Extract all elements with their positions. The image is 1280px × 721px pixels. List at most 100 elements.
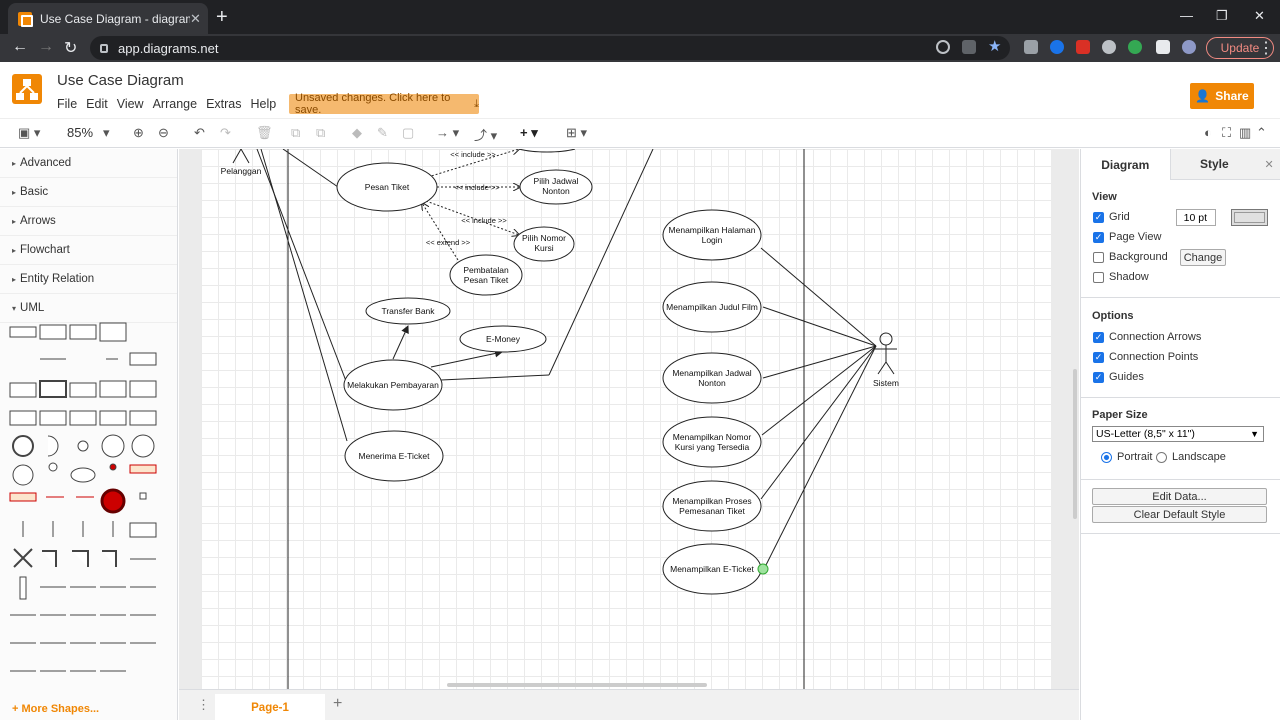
back-icon[interactable]: ←: [12, 38, 28, 56]
uml-shapes-palette[interactable]: [6, 321, 166, 701]
more-menu-icon[interactable]: ⋮: [1258, 38, 1274, 58]
menu-file[interactable]: File: [57, 97, 77, 111]
edit-data-button[interactable]: Edit Data...: [1092, 488, 1267, 505]
browser-tabstrip: Use Case Diagram - diagrams.ne ✕ + — ❐ ✕: [0, 0, 1280, 34]
category-basic[interactable]: ▸ Basic: [0, 178, 177, 207]
checkbox-empty-icon: [1093, 271, 1104, 283]
unsaved-changes-button[interactable]: Unsaved changes. Click here to save. ⤓: [289, 92, 479, 116]
to-back-icon[interactable]: ⧉: [316, 125, 325, 141]
chevron-down-icon[interactable]: ▾: [103, 125, 110, 141]
category-uml[interactable]: ▾ UML: [0, 294, 177, 323]
puzzle-icon[interactable]: [1156, 40, 1170, 54]
close-window-icon[interactable]: ✕: [1254, 8, 1265, 24]
share-button[interactable]: 👤 Share: [1190, 83, 1254, 109]
extension-icon[interactable]: [1076, 40, 1090, 54]
fullscreen-icon[interactable]: ⛶: [1222, 125, 1231, 141]
background-checkbox[interactable]: Background: [1093, 251, 1168, 263]
change-background-button[interactable]: Change: [1180, 249, 1226, 266]
usecase-label: Menampilkan Nomor: [673, 432, 752, 442]
connection-points-checkbox[interactable]: ✓ Connection Points: [1093, 351, 1198, 363]
category-entity-relation[interactable]: ▸ Entity Relation: [0, 265, 177, 294]
minimize-icon[interactable]: —: [1180, 8, 1193, 23]
page-view-checkbox[interactable]: ✓ Page View: [1093, 231, 1161, 243]
actor-pelanggan-figure[interactable]: [232, 149, 250, 164]
bookmark-star-icon[interactable]: ★: [988, 37, 1001, 55]
close-panel-icon[interactable]: ✕: [1258, 149, 1280, 180]
divider: [1081, 533, 1280, 534]
extension-icon[interactable]: [1128, 40, 1142, 54]
add-icon[interactable]: [936, 40, 950, 54]
guides-checkbox[interactable]: ✓ Guides: [1093, 371, 1144, 383]
clear-default-style-button[interactable]: Clear Default Style: [1092, 506, 1267, 523]
paper-size-select[interactable]: US-Letter (8,5" x 11") ▼: [1092, 426, 1264, 442]
category-label: Advanced: [20, 157, 72, 169]
page-tab[interactable]: Page-1: [215, 694, 325, 721]
checkbox-label: Background: [1109, 251, 1168, 263]
table-icon[interactable]: ⊞ ▾: [566, 125, 587, 141]
category-flowchart[interactable]: ▸ Flowchart: [0, 236, 177, 265]
usecase-label: Pesan Tiket: [365, 182, 410, 192]
collapse-icon[interactable]: ⌃: [1256, 125, 1267, 141]
extension-icon[interactable]: [1050, 40, 1064, 54]
category-label: UML: [20, 302, 45, 314]
usecase-label: Transfer Bank: [381, 306, 435, 316]
menu-extras[interactable]: Extras: [206, 97, 241, 111]
translate-icon[interactable]: [962, 40, 976, 54]
to-front-icon[interactable]: ⧉: [291, 125, 300, 141]
more-shapes-button[interactable]: + More Shapes...: [12, 703, 99, 715]
portrait-radio[interactable]: Portrait: [1101, 451, 1152, 463]
tab-style[interactable]: Style: [1169, 149, 1259, 180]
zoom-out-icon[interactable]: ⊖: [158, 125, 169, 141]
zoom-select[interactable]: 85%: [67, 125, 93, 140]
maximize-icon[interactable]: ❐: [1216, 8, 1228, 24]
grid-checkbox[interactable]: ✓ Grid: [1093, 211, 1130, 223]
zoom-in-icon[interactable]: ⊕: [133, 125, 144, 141]
delete-icon[interactable]: 🗑: [256, 125, 273, 141]
extension-icon[interactable]: [1102, 40, 1116, 54]
document-title[interactable]: Use Case Diagram: [57, 72, 184, 89]
format-panel-icon[interactable]: ▣ ▾: [18, 125, 40, 141]
diagram-page[interactable]: Pelanggan Sistem Pesan Tiket Pilih Jadwa…: [201, 149, 1051, 689]
toggle-panel-icon[interactable]: ▥: [1239, 125, 1251, 141]
undo-icon[interactable]: ↶: [194, 125, 205, 141]
grid-size-input[interactable]: 10 pt: [1176, 209, 1216, 226]
fill-color-icon[interactable]: ◆: [352, 125, 362, 141]
new-tab-icon[interactable]: +: [216, 6, 228, 29]
close-tab-icon[interactable]: ✕: [190, 11, 208, 27]
menu-arrange[interactable]: Arrange: [153, 97, 197, 111]
menu-help[interactable]: Help: [251, 97, 277, 111]
forward-icon[interactable]: →: [38, 38, 54, 56]
menu-view[interactable]: View: [117, 97, 144, 111]
reload-icon[interactable]: ↻: [64, 38, 77, 58]
add-page-icon[interactable]: +: [333, 695, 342, 713]
redo-icon[interactable]: ↷: [220, 125, 231, 141]
connection-arrows-checkbox[interactable]: ✓ Connection Arrows: [1093, 331, 1201, 343]
category-advanced[interactable]: ▸ Advanced: [0, 149, 177, 178]
tab-diagram[interactable]: Diagram: [1081, 149, 1170, 180]
insert-icon[interactable]: + ▾: [520, 125, 538, 141]
pages-menu-icon[interactable]: ⋮: [197, 697, 210, 713]
line-color-icon[interactable]: ✎: [377, 125, 388, 141]
extension-icon[interactable]: [1024, 40, 1038, 54]
view-section-title: View: [1092, 191, 1117, 203]
connection-point-icon[interactable]: [757, 563, 769, 575]
menu-edit[interactable]: Edit: [86, 97, 108, 111]
shadow-checkbox[interactable]: Shadow: [1093, 271, 1149, 283]
dark-mode-icon[interactable]: ◐: [1204, 125, 1212, 140]
usecase-partial[interactable]: [518, 149, 576, 153]
actor-sistem-figure[interactable]: [875, 332, 897, 375]
browser-tab[interactable]: Use Case Diagram - diagrams.ne ✕: [8, 3, 208, 34]
category-arrows[interactable]: ▸ Arrows: [0, 207, 177, 236]
options-section-title: Options: [1092, 310, 1134, 322]
vertical-scrollbar[interactable]: [1073, 369, 1077, 519]
waypoints-icon[interactable]: ⤴ ▾: [474, 125, 497, 144]
connection-icon[interactable]: → ▾: [436, 125, 459, 141]
usecase-label: Menampilkan Proses: [672, 496, 751, 506]
horizontal-scrollbar[interactable]: [447, 683, 707, 687]
grid-color-button[interactable]: [1231, 209, 1268, 226]
canvas[interactable]: Pelanggan Sistem Pesan Tiket Pilih Jadwa…: [179, 149, 1079, 689]
avatar[interactable]: [1182, 40, 1196, 54]
landscape-radio[interactable]: Landscape: [1156, 451, 1226, 463]
shadow-icon[interactable]: ▢: [402, 125, 414, 141]
address-bar[interactable]: app.diagrams.net: [90, 36, 1010, 60]
